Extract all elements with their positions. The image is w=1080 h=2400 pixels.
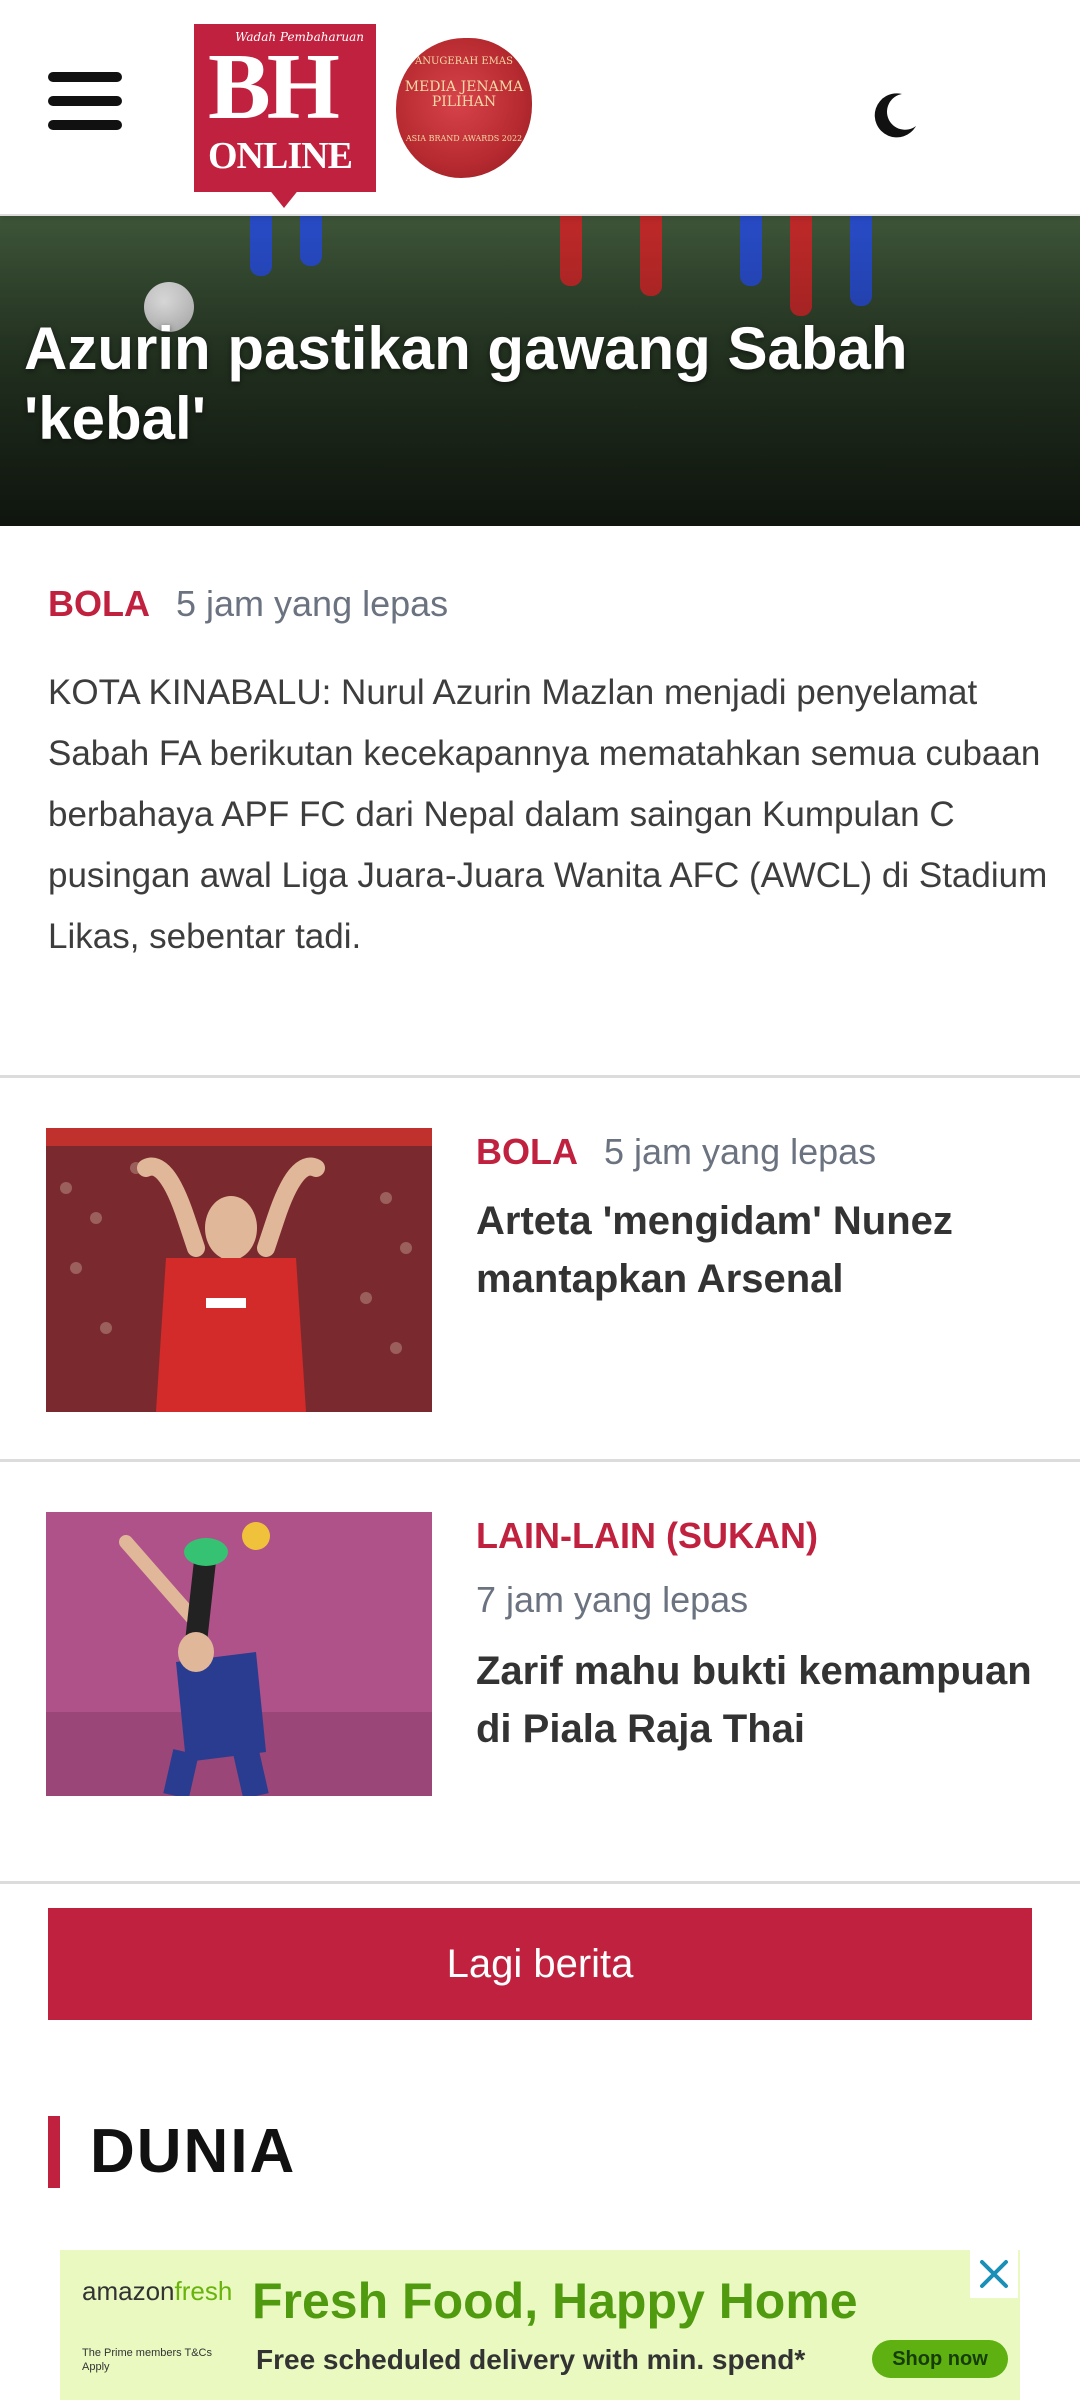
section-accent-bar: [48, 2116, 60, 2188]
lead-meta: BOLA 5 jam yang lepas: [48, 584, 448, 624]
time-label: 5 jam yang lepas: [604, 1131, 877, 1172]
site-header: Wadah Pembaharuan BH ONLINE ANUGERAH EMA…: [0, 0, 1080, 216]
story-thumbnail[interactable]: [46, 1128, 432, 1412]
hero-title[interactable]: Azurin pastikan gawang Sabah 'kebal': [24, 314, 1054, 454]
hamburger-menu-icon[interactable]: [48, 72, 126, 130]
award-bottom: ASIA BRAND AWARDS 2022: [405, 134, 523, 143]
lead-summary: KOTA KINABALU: Nurul Azurin Mazlan menja…: [48, 673, 1048, 956]
award-badge: ANUGERAH EMAS MEDIA JENAMA PILIHAN ASIA …: [396, 38, 532, 178]
section-title[interactable]: DUNIA: [90, 2116, 296, 2188]
story-item[interactable]: LAIN-LAIN (SUKAN) 7 jam yang lepas Zarif…: [0, 1462, 1080, 1884]
ad-fine-print: The Prime members T&Cs Apply: [82, 2347, 212, 2373]
award-main: MEDIA JENAMA PILIHAN: [404, 79, 524, 110]
ad-subline: Free scheduled delivery with min. spend*: [256, 2344, 806, 2375]
story-headline[interactable]: Arteta 'mengidam' Nunez mantapkan Arsena…: [476, 1192, 1056, 1308]
ad-brand-part1: amazon: [82, 2276, 175, 2306]
more-news-button[interactable]: Lagi berita: [48, 1908, 1032, 2020]
category-label[interactable]: BOLA: [48, 583, 150, 624]
story-meta-time: 7 jam yang lepas: [476, 1580, 748, 1620]
hero-story[interactable]: Azurin pastikan gawang Sabah 'kebal': [0, 216, 1080, 526]
bh-online-logo[interactable]: Wadah Pembaharuan BH ONLINE: [194, 24, 376, 192]
story-thumbnail[interactable]: [46, 1512, 432, 1796]
ad-shop-now-button[interactable]: Shop now: [872, 2340, 1008, 2378]
story-meta-category: LAIN-LAIN (SUKAN): [476, 1516, 818, 1556]
award-top: ANUGERAH EMAS: [415, 56, 513, 67]
lead-article[interactable]: BOLA 5 jam yang lepas KOTA KINABALU: Nuru…: [0, 526, 1080, 1078]
page: Wadah Pembaharuan BH ONLINE ANUGERAH EMA…: [0, 0, 1080, 2400]
close-icon[interactable]: [970, 2250, 1018, 2298]
logo-sub: ONLINE: [208, 135, 353, 177]
logo-main: BH: [208, 35, 340, 139]
logo-pointer: [268, 188, 300, 208]
story-item[interactable]: BOLA 5 jam yang lepas Arteta 'mengidam' N…: [0, 1078, 1080, 1462]
ad-brand-part2: fresh: [174, 2276, 233, 2306]
ad-headline: Fresh Food, Happy Home: [252, 2273, 858, 2329]
time-label: 5 jam yang lepas: [176, 583, 449, 624]
category-label[interactable]: LAIN-LAIN (SUKAN): [476, 1515, 818, 1556]
advertisement-banner[interactable]: amazonfresh Fresh Food, Happy Home The P…: [60, 2250, 1020, 2400]
moon-icon[interactable]: [868, 88, 922, 142]
category-label[interactable]: BOLA: [476, 1131, 578, 1172]
time-label: 7 jam yang lepas: [476, 1579, 749, 1620]
ad-brand-logo: amazonfresh: [82, 2276, 232, 2307]
story-headline[interactable]: Zarif mahu bukti kemampuan di Piala Raja…: [476, 1642, 1056, 1758]
story-meta: BOLA 5 jam yang lepas: [476, 1132, 876, 1172]
